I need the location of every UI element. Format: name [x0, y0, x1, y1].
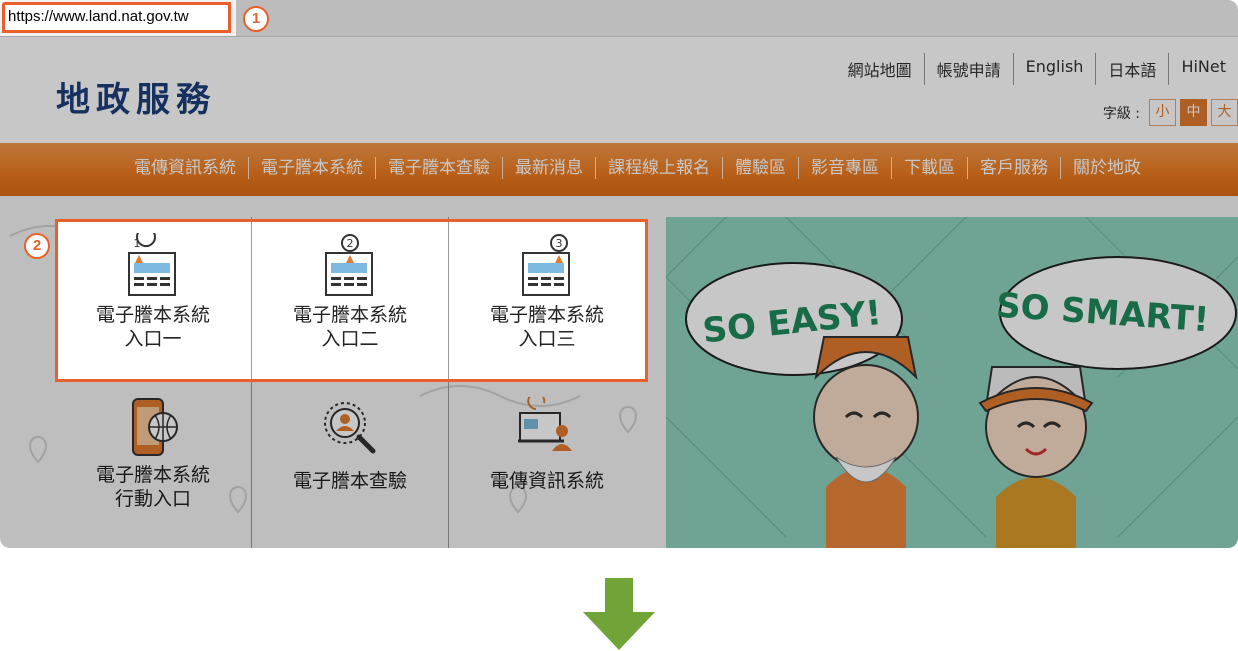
url-field[interactable]: https://www.land.nat.gov.tw: [2, 2, 231, 33]
callout-badge-2: 2: [24, 233, 50, 259]
browser-screenshot: https://www.land.nat.gov.tw 地政服務 網站地圖 帳號…: [0, 0, 1238, 548]
down-arrow-icon: [583, 578, 655, 650]
callout-badge-1: 1: [243, 6, 269, 32]
highlight-entry-tiles: [55, 219, 648, 382]
